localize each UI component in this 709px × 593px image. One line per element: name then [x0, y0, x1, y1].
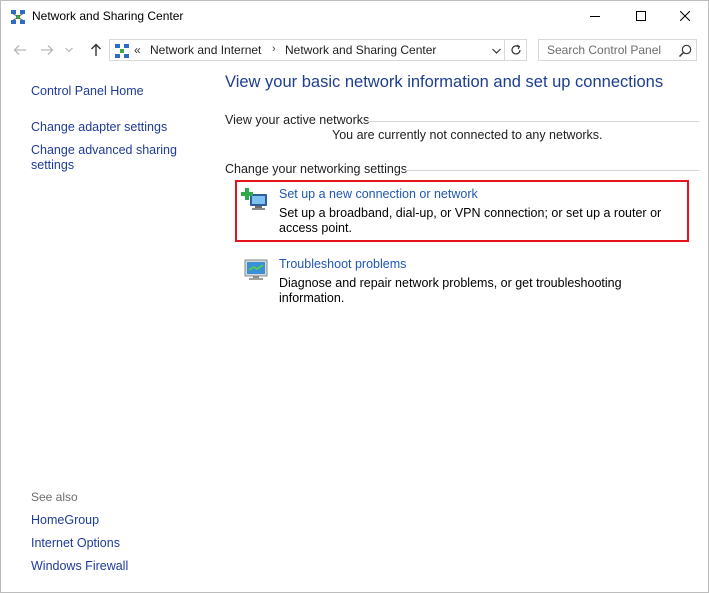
network-sharing-center-window: Network and Sharing Center « Network and… [0, 0, 709, 593]
address-dropdown-button[interactable] [490, 43, 502, 59]
recent-locations-button[interactable] [63, 41, 75, 59]
close-icon [680, 11, 690, 21]
address-bar[interactable]: « Network and Internet › Network and Sha… [109, 39, 505, 61]
change-adapter-settings-link[interactable]: Change adapter settings [31, 120, 167, 135]
see-also-label: See also [31, 490, 78, 504]
network-status-text: You are currently not connected to any n… [332, 128, 603, 142]
chevron-down-icon [65, 47, 73, 53]
page-title: View your basic network information and … [225, 73, 664, 91]
close-button[interactable] [662, 1, 708, 31]
windows-firewall-link[interactable]: Windows Firewall [31, 559, 128, 574]
chevron-down-icon [491, 48, 501, 54]
network-center-icon [11, 10, 25, 24]
active-networks-heading: View your active networks [225, 113, 370, 127]
search-input[interactable] [539, 40, 673, 60]
search-icon[interactable] [677, 43, 693, 59]
troubleshoot-problems-link[interactable]: Troubleshoot problems [279, 257, 406, 271]
maximize-icon [636, 11, 646, 21]
forward-button[interactable] [38, 41, 56, 59]
search-box [538, 39, 697, 61]
title-bar: Network and Sharing Center [1, 1, 708, 33]
change-advanced-sharing-link[interactable]: Change advanced sharing settings [31, 143, 191, 173]
homegroup-link[interactable]: HomeGroup [31, 513, 99, 528]
maximize-button[interactable] [618, 1, 664, 31]
troubleshoot-problems-description: Diagnose and repair network problems, or… [279, 276, 622, 305]
refresh-icon [510, 44, 521, 55]
window-title: Network and Sharing Center [32, 9, 184, 23]
control-panel-home-link[interactable]: Control Panel Home [31, 84, 144, 99]
breadcrumb-overflow[interactable]: « [134, 43, 141, 57]
internet-options-link[interactable]: Internet Options [31, 536, 120, 551]
arrow-right-icon [41, 45, 54, 55]
minimize-icon [590, 16, 600, 17]
network-center-icon [115, 44, 129, 58]
arrow-up-icon [91, 43, 101, 56]
section-divider [404, 170, 699, 171]
minimize-button[interactable] [572, 1, 618, 31]
networking-settings-heading: Change your networking settings [225, 162, 408, 176]
navigation-bar: « Network and Internet › Network and Sha… [1, 35, 708, 65]
breadcrumb-separator[interactable]: › [272, 43, 276, 55]
troubleshoot-icon [244, 259, 268, 280]
highlight-box [235, 180, 689, 242]
refresh-button[interactable] [505, 39, 527, 61]
section-divider [365, 121, 699, 122]
arrow-left-icon [13, 45, 26, 55]
up-button[interactable] [87, 41, 105, 59]
task-troubleshoot: Troubleshoot problems Diagnose and repai… [241, 257, 687, 305]
breadcrumb-network-internet[interactable]: Network and Internet [150, 43, 261, 57]
back-button[interactable] [11, 41, 29, 59]
breadcrumb-network-sharing[interactable]: Network and Sharing Center [285, 43, 436, 57]
